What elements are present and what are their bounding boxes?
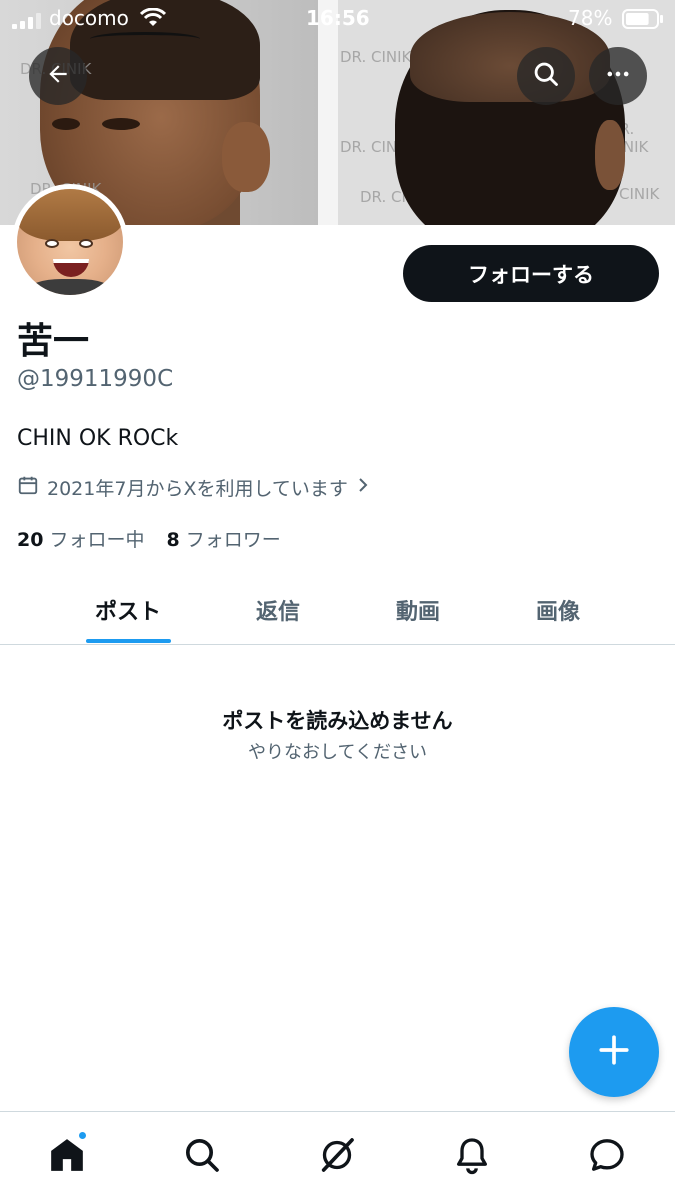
nav-notifications[interactable] — [449, 1134, 495, 1180]
search-icon — [182, 1135, 222, 1179]
empty-state-title: ポストを読み込めません — [222, 709, 453, 733]
followers-link[interactable]: 8 フォロワー — [166, 525, 280, 552]
status-bar: docomo 16:56 78% — [0, 0, 675, 38]
grok-icon — [317, 1135, 357, 1179]
following-link[interactable]: 20 フォロー中 — [17, 525, 144, 552]
bell-icon — [452, 1135, 492, 1179]
following-count: 20 — [17, 529, 44, 551]
wifi-icon — [139, 7, 167, 33]
nav-explore[interactable] — [179, 1134, 225, 1180]
followers-label: フォロワー — [185, 529, 281, 551]
avatar-image — [17, 189, 123, 295]
nav-grok[interactable] — [314, 1134, 360, 1180]
more-button[interactable] — [589, 47, 647, 105]
signal-icon — [12, 10, 42, 34]
battery-icon — [622, 9, 664, 34]
banner-watermark: DR. CINIK — [340, 48, 412, 66]
home-icon — [47, 1135, 87, 1179]
active-tab-indicator — [86, 639, 171, 643]
tab-videos[interactable]: 動画 — [350, 575, 486, 645]
bottom-navigation — [0, 1111, 675, 1200]
more-icon — [604, 60, 632, 92]
user-handle: @19911990C — [17, 366, 174, 392]
carrier-name: docomo — [49, 6, 129, 30]
follow-button[interactable]: フォローする — [403, 245, 659, 302]
arrow-left-icon — [45, 61, 71, 91]
display-name: 苦一 — [17, 321, 90, 362]
tab-media[interactable]: 画像 — [490, 575, 626, 645]
clock: 16:56 — [306, 6, 370, 30]
chevron-right-icon — [356, 476, 370, 499]
empty-state-subtitle: やりなおしてください — [248, 742, 427, 763]
plus-icon — [597, 1033, 631, 1071]
joined-text: 2021年7月からXを利用しています — [47, 478, 348, 500]
followers-count: 8 — [166, 529, 180, 551]
nav-messages[interactable] — [584, 1134, 630, 1180]
joined-date-link[interactable]: 2021年7月からXを利用しています — [17, 474, 370, 501]
search-button[interactable] — [517, 47, 575, 105]
tab-replies[interactable]: 返信 — [210, 575, 346, 645]
profile-bio: CHIN OK ROCk — [17, 426, 179, 451]
profile-tabs: ポスト 返信 動画 画像 — [0, 575, 675, 645]
notification-dot — [77, 1130, 88, 1141]
tab-posts[interactable]: ポスト — [60, 575, 196, 645]
battery-percent: 78% — [568, 6, 613, 30]
messages-icon — [587, 1135, 627, 1179]
avatar[interactable] — [12, 184, 128, 300]
calendar-icon — [17, 474, 39, 501]
following-label: フォロー中 — [49, 529, 145, 551]
back-button[interactable] — [29, 47, 87, 105]
compose-button[interactable] — [569, 1007, 659, 1097]
search-icon — [532, 60, 560, 92]
